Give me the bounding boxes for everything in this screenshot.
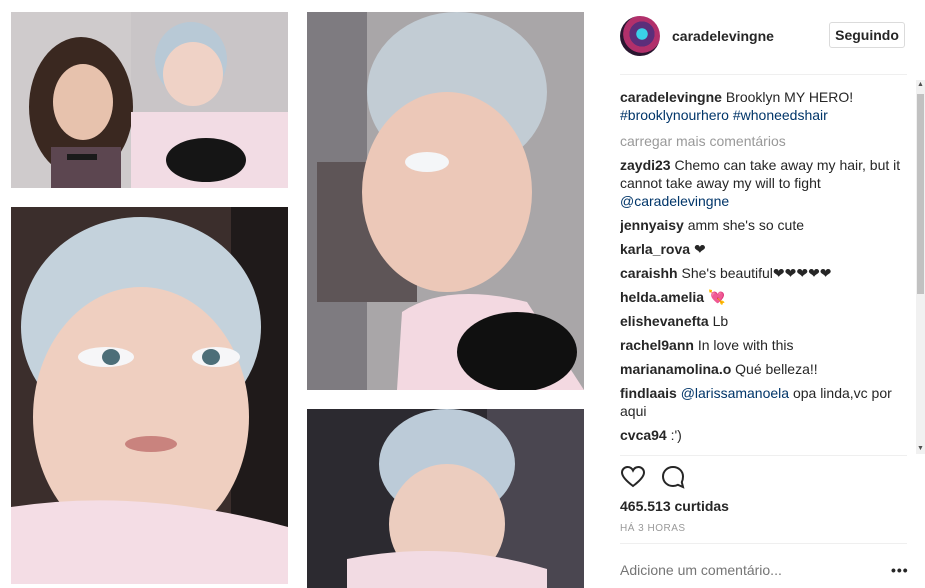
- photo-girl-looking-down: [307, 12, 584, 390]
- comment-text: Lb: [712, 313, 729, 329]
- comments-scrollbar[interactable]: ▲ ▼: [916, 80, 925, 454]
- comment-item: marianamolina.o Qué belleza!!: [620, 360, 907, 378]
- comment-mention[interactable]: @larissamanoela: [681, 385, 789, 401]
- comment-text: ❤: [693, 241, 706, 257]
- post-header: caradelevingne Seguindo: [620, 14, 907, 60]
- more-options-icon[interactable]: •••: [891, 562, 909, 578]
- comment-username[interactable]: karla_rova: [620, 241, 690, 257]
- divider: [620, 455, 907, 456]
- load-more-comments-link[interactable]: carregar mais comentários: [620, 132, 907, 150]
- comment-item: elishevanefta Lb: [620, 312, 907, 330]
- caption-hashtags[interactable]: #brooklynourhero #whoneedshair: [620, 107, 828, 123]
- scrollbar-thumb[interactable]: [917, 94, 924, 294]
- post-timestamp: HÁ 3 HORAS: [620, 523, 686, 534]
- comment-username[interactable]: findlaais: [620, 385, 677, 401]
- comment-item: rachel9ann In love with this: [620, 336, 907, 354]
- caption-username[interactable]: caradelevingne: [620, 89, 722, 105]
- comment-username[interactable]: caraishh: [620, 265, 678, 281]
- scroll-down-arrow-icon[interactable]: ▼: [916, 444, 925, 454]
- comment-username[interactable]: rachel9ann: [620, 337, 694, 353]
- divider: [620, 74, 907, 75]
- photo-girl-closeup: [11, 207, 288, 584]
- comment-mention[interactable]: @caradelevingne: [620, 193, 729, 209]
- comment-item: caraishh She's beautiful❤❤❤❤❤: [620, 264, 907, 282]
- add-comment-input[interactable]: [620, 562, 880, 578]
- comment-item: zaydi23 Chemo can take away my hair, but…: [620, 156, 907, 210]
- comment-item: cvca94 :'): [620, 426, 907, 444]
- comment-text: Qué belleza!!: [735, 361, 818, 377]
- comment-item: karla_rova ❤: [620, 240, 907, 258]
- comment-icon[interactable]: [660, 464, 686, 490]
- post-photo-collage[interactable]: [0, 0, 600, 588]
- post-info-panel: caradelevingne Seguindo caradelevingne B…: [600, 0, 925, 588]
- comment-text: She's beautiful❤❤❤❤❤: [681, 265, 832, 281]
- comment-text: amm she's so cute: [687, 217, 804, 233]
- username-link[interactable]: caradelevingne: [672, 28, 774, 44]
- comment-text: In love with this: [697, 337, 794, 353]
- avatar[interactable]: [620, 16, 660, 56]
- comment-text: :'): [670, 427, 682, 443]
- comment-username[interactable]: zaydi23: [620, 157, 671, 173]
- scroll-up-arrow-icon[interactable]: ▲: [916, 80, 925, 90]
- comment-username[interactable]: marianamolina.o: [620, 361, 731, 377]
- comment-username[interactable]: jennyaisy: [620, 217, 684, 233]
- photo-girl-glitter-head: [307, 409, 584, 588]
- likes-count[interactable]: 465.513 curtidas: [620, 498, 729, 514]
- comment-item: jennyaisy amm she's so cute: [620, 216, 907, 234]
- caption-text: Brooklyn MY HERO!: [725, 89, 854, 105]
- comment-item: helda.amelia 💘: [620, 288, 907, 306]
- comment-username[interactable]: helda.amelia: [620, 289, 704, 305]
- comment-item: findlaais @larissamanoela opa linda,vc p…: [620, 384, 907, 420]
- heart-icon[interactable]: [620, 464, 646, 490]
- instagram-post-view: caradelevingne Seguindo caradelevingne B…: [0, 0, 925, 588]
- divider: [620, 543, 907, 544]
- comment-username[interactable]: cvca94: [620, 427, 667, 443]
- comment-text: 💘: [707, 289, 726, 305]
- caption: caradelevingne Brooklyn MY HERO! #brookl…: [620, 88, 907, 124]
- comment-username[interactable]: elishevanefta: [620, 313, 709, 329]
- photo-two-girls-selfie: [11, 12, 288, 188]
- comments-list[interactable]: caradelevingne Brooklyn MY HERO! #brookl…: [620, 88, 907, 454]
- following-button[interactable]: Seguindo: [829, 22, 905, 48]
